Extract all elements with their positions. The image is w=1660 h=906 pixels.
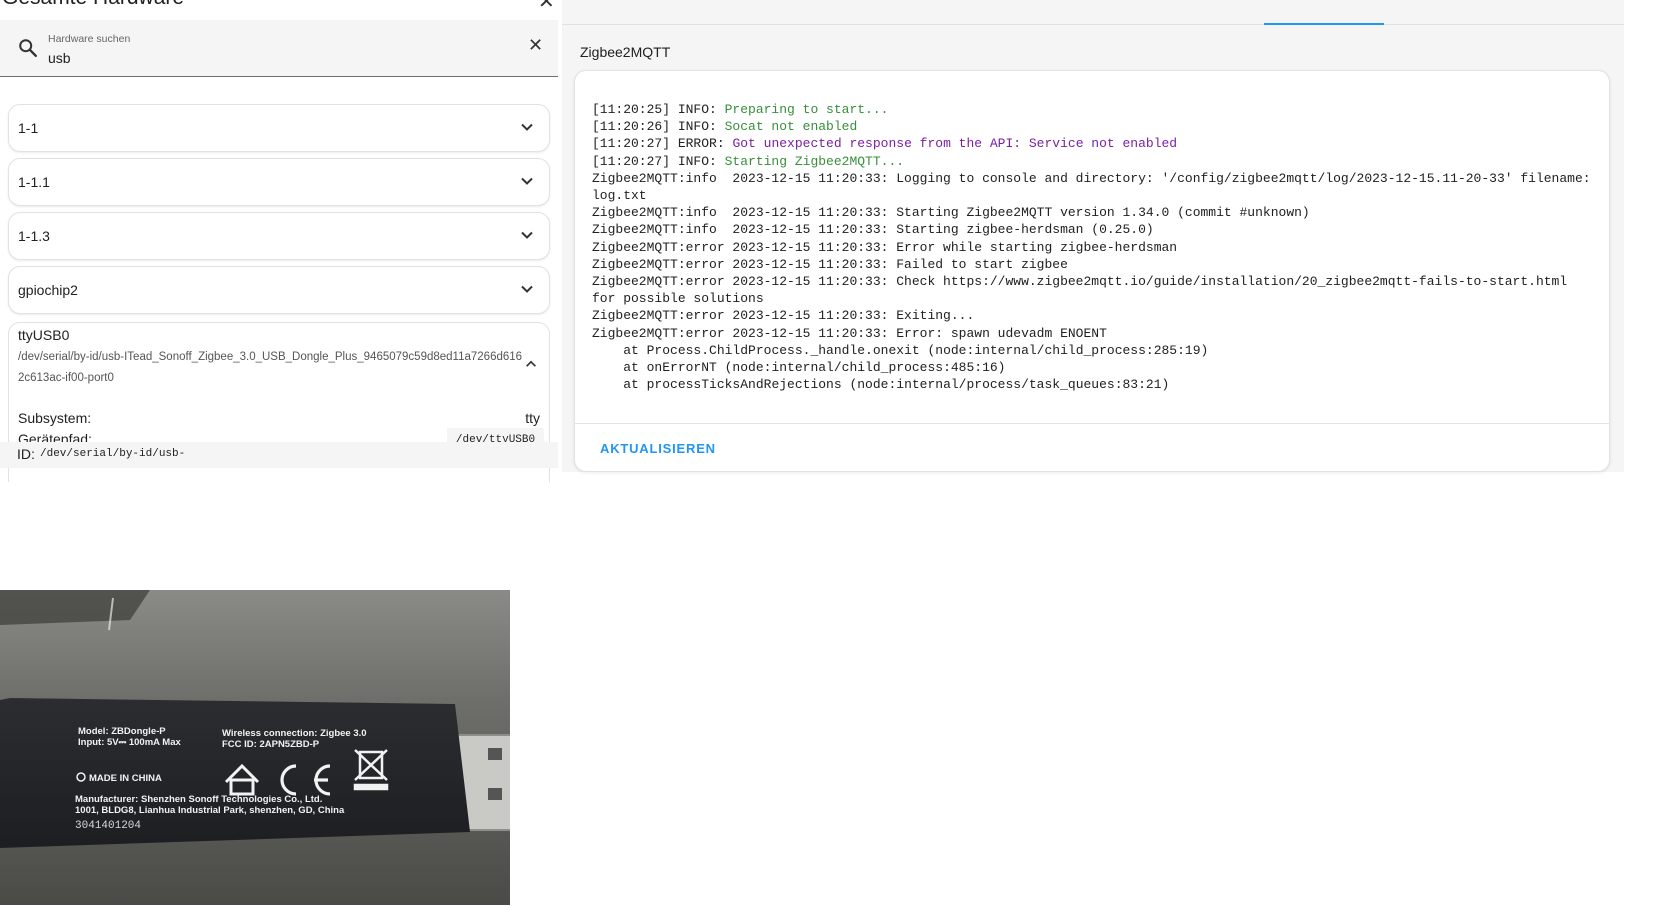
log-line: [11:20:27] ERROR: Got unexpected respons… (592, 135, 1597, 152)
log-line-text: at Process.ChildProcess._handle.onexit (… (592, 342, 1209, 358)
device-id-row: ID: /dev/serial/by-id/usb- (0, 442, 558, 468)
log-line-text: Socat not enabled (724, 119, 858, 135)
device-id-value[interactable]: /dev/serial/by-id/usb- (40, 448, 185, 460)
log-line-text: Zigbee2MQTT:error 2023-12-15 11:20:33: F… (592, 256, 1068, 272)
chevron-down-icon[interactable] (519, 173, 535, 189)
log-line: [11:20:25] INFO: Preparing to start... (592, 101, 1597, 118)
dongle-manufacturer-2: 1001, BLDG8, Lianhua Industrial Park, sh… (75, 805, 345, 816)
log-line: Zigbee2MQTT:info 2023-12-15 11:20:33: Lo… (592, 170, 1597, 204)
log-line-text: Zigbee2MQTT:error 2023-12-15 11:20:33: E… (592, 325, 1107, 341)
log-line-prefix: [11:20:25] INFO: (592, 102, 725, 117)
log-line-text: Zigbee2MQTT:error 2023-12-15 11:20:33: E… (592, 239, 1178, 255)
addon-title: Zigbee2MQTT (580, 44, 671, 60)
log-line-text: Preparing to start... (724, 102, 889, 117)
log-line: at processTicksAndRejections (node:inter… (592, 376, 1597, 393)
log-line-text: at processTicksAndRejections (node:inter… (592, 377, 1170, 393)
log-line: Zigbee2MQTT:error 2023-12-15 11:20:33: E… (592, 307, 1597, 324)
active-tab-indicator (1264, 23, 1384, 25)
refresh-button[interactable]: AKTUALISIEREN (600, 441, 716, 456)
log-line-text: Zigbee2MQTT:error 2023-12-15 11:20:33: C… (592, 274, 1575, 307)
chevron-down-icon[interactable] (519, 227, 535, 243)
log-line-text: Zigbee2MQTT:info 2023-12-15 11:20:33: St… (592, 205, 1310, 221)
log-line-text: Zigbee2MQTT:info 2023-12-15 11:20:33: Lo… (592, 170, 1599, 204)
search-label: Hardware suchen (48, 33, 131, 45)
chevron-up-icon[interactable] (524, 357, 538, 371)
tab-bar-divider (562, 24, 1624, 25)
log-line: at onErrorNT (node:internal/child_proces… (592, 359, 1597, 376)
device-card-1-1-3[interactable]: 1-1.3 (8, 212, 550, 260)
device-name: 1-1.3 (18, 228, 50, 244)
dongle-model: Model: ZBDongle-P (78, 726, 166, 737)
device-name: 1-1 (18, 120, 39, 136)
card-actions-divider (575, 423, 1609, 424)
log-line-text: at onErrorNT (node:internal/child_proces… (592, 360, 1006, 376)
device-name: gpiochip2 (18, 282, 78, 298)
log-line-prefix: [11:20:27] ERROR: (592, 136, 733, 152)
log-line: Zigbee2MQTT:error 2023-12-15 11:20:33: E… (592, 325, 1597, 342)
log-line-prefix: [11:20:27] INFO: (592, 153, 725, 169)
log-line-prefix: [11:20:26] INFO: (592, 119, 725, 135)
log-line-text: Got unexpected response from the API: Se… (732, 136, 1178, 152)
clear-icon[interactable]: ✕ (528, 36, 543, 54)
log-line: Zigbee2MQTT:error 2023-12-15 11:20:33: C… (592, 273, 1597, 307)
log-line-text: Zigbee2MQTT:error 2023-12-15 11:20:33: E… (592, 308, 975, 324)
device-card-1-1[interactable]: 1-1 (8, 104, 550, 152)
chevron-down-icon[interactable] (519, 281, 535, 297)
log-line-text: Starting Zigbee2MQTT... (724, 153, 905, 169)
log-line: Zigbee2MQTT:error 2023-12-15 11:20:33: E… (592, 239, 1597, 256)
dongle-made-in: MADE IN CHINA (89, 773, 162, 784)
close-icon[interactable]: ✕ (538, 0, 555, 12)
dongle-wireless: Wireless connection: Zigbee 3.0 (222, 728, 367, 739)
log-line: Zigbee2MQTT:info 2023-12-15 11:20:33: St… (592, 221, 1597, 238)
chevron-down-icon[interactable] (519, 119, 535, 135)
log-line: Zigbee2MQTT:info 2023-12-15 11:20:33: St… (592, 204, 1597, 221)
log-line: Zigbee2MQTT:error 2023-12-15 11:20:33: F… (592, 256, 1597, 273)
device-by-id-path: /dev/serial/by-id/usb-ITead_Sonoff_Zigbe… (18, 351, 523, 384)
device-id-label: ID: (17, 446, 35, 462)
log-line: [11:20:26] INFO: Socat not enabled (592, 118, 1597, 135)
log-output: [11:20:25] INFO: Preparing to start... [1… (592, 101, 1597, 393)
log-line: at Process.ChildProcess._handle.onexit (… (592, 342, 1597, 359)
device-name: 1-1.1 (18, 174, 50, 190)
hardware-dialog: Gesamte Hardware ✕ Hardware suchen usb ✕… (0, 0, 558, 482)
dongle-fcc: FCC ID: 2APN5ZBD-P (222, 739, 320, 750)
device-card-1-1-1[interactable]: 1-1.1 (8, 158, 550, 206)
dongle-photo: Model: ZBDongle-P Input: 5V⎓ 100mA Max W… (0, 590, 510, 905)
device-name: ttyUSB0 (18, 327, 70, 343)
subsystem-label: Subsystem: (18, 410, 92, 426)
log-card: [11:20:25] INFO: Preparing to start... [1… (574, 70, 1610, 472)
subsystem-value: tty (525, 410, 540, 426)
log-line-text: Zigbee2MQTT:info 2023-12-15 11:20:33: St… (592, 222, 1154, 238)
addon-log-panel: Zigbee2MQTT [11:20:25] INFO: Preparing t… (562, 0, 1624, 472)
log-line: [11:20:27] INFO: Starting Zigbee2MQTT... (592, 153, 1597, 170)
dongle-manufacturer-1: Manufacturer: Shenzhen Sonoff Technologi… (75, 794, 322, 805)
dongle-serial: 3041401204 (75, 820, 141, 832)
search-field[interactable]: Hardware suchen usb ✕ (0, 20, 558, 77)
search-input[interactable]: usb (48, 50, 71, 66)
dialog-title: Gesamte Hardware (2, 0, 184, 10)
dongle-input: Input: 5V⎓ 100mA Max (78, 737, 181, 748)
device-card-gpiochip2[interactable]: gpiochip2 (8, 266, 550, 314)
search-icon (19, 39, 37, 57)
